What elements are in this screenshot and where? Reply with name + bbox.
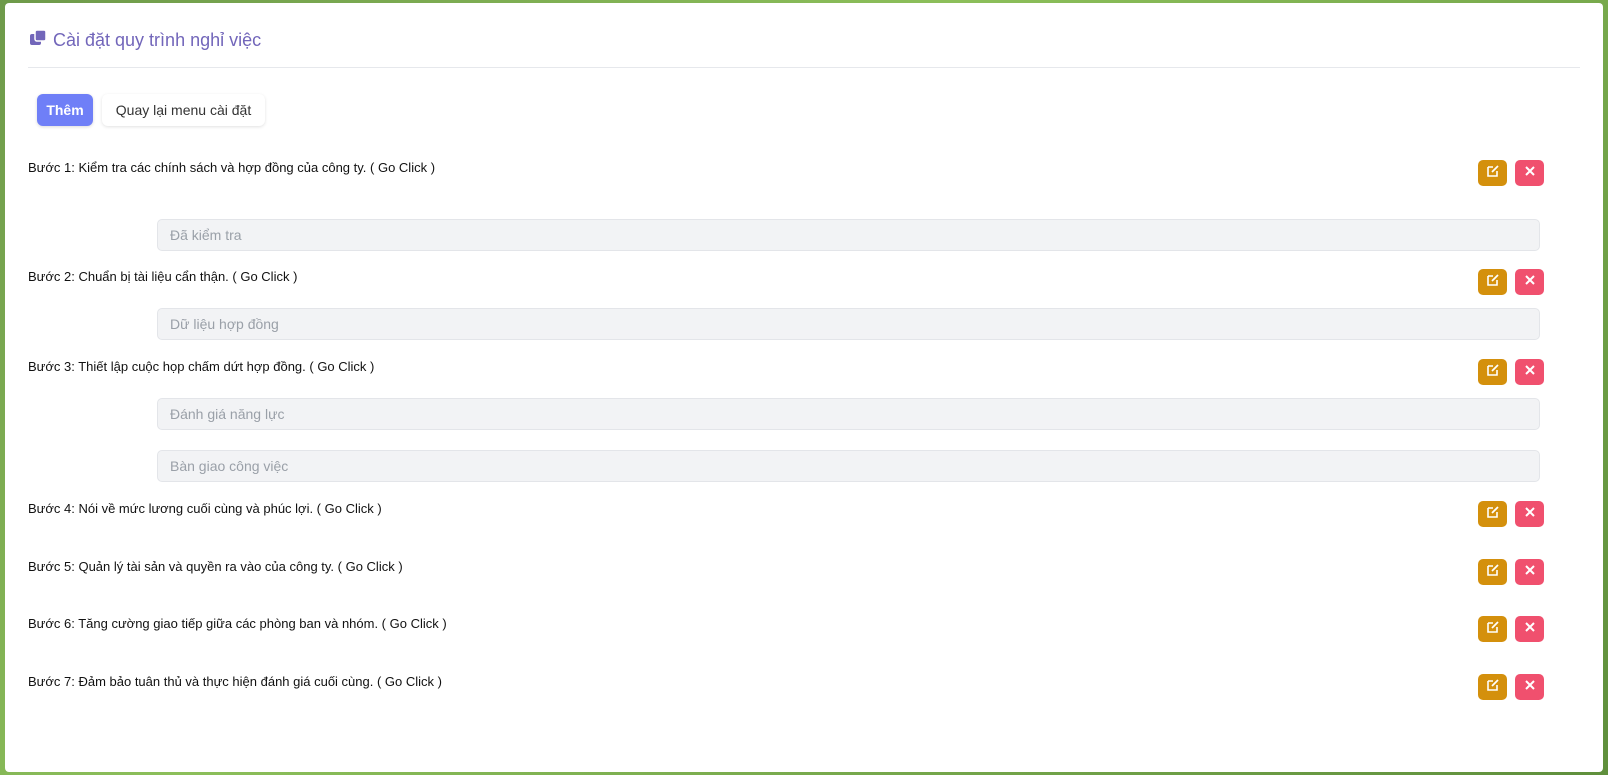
- close-icon: [1524, 363, 1536, 381]
- edit-button[interactable]: [1478, 559, 1507, 585]
- edit-button[interactable]: [1478, 501, 1507, 527]
- delete-button[interactable]: [1515, 559, 1544, 585]
- edit-button[interactable]: [1478, 160, 1507, 186]
- edit-icon: [1486, 563, 1500, 582]
- edit-button[interactable]: [1478, 269, 1507, 295]
- edit-icon: [1486, 164, 1500, 183]
- step-label[interactable]: Bước 7: Đảm bảo tuân thủ và thực hiện đá…: [28, 674, 442, 689]
- step-field[interactable]: Dữ liệu hợp đồng: [157, 308, 1540, 340]
- edit-icon: [1486, 363, 1500, 382]
- step-field[interactable]: Bàn giao công việc: [157, 450, 1540, 482]
- edit-button[interactable]: [1478, 616, 1507, 642]
- header-divider: [28, 67, 1580, 68]
- close-icon: [1524, 505, 1536, 523]
- delete-button[interactable]: [1515, 160, 1544, 186]
- delete-button[interactable]: [1515, 501, 1544, 527]
- settings-card: Cài đặt quy trình nghỉ việc Thêm Quay lạ…: [5, 3, 1603, 772]
- step-field[interactable]: Đã kiểm tra: [157, 219, 1540, 251]
- delete-button[interactable]: [1515, 616, 1544, 642]
- step-label[interactable]: Bước 1: Kiểm tra các chính sách và hợp đ…: [28, 160, 435, 175]
- delete-button[interactable]: [1515, 269, 1544, 295]
- page-header: Cài đặt quy trình nghỉ việc: [29, 25, 261, 55]
- back-to-settings-button[interactable]: Quay lại menu cài đặt: [102, 94, 265, 126]
- step-label[interactable]: Bước 5: Quản lý tài sản và quyền ra vào …: [28, 559, 403, 574]
- close-icon: [1524, 678, 1536, 696]
- page-title: Cài đặt quy trình nghỉ việc: [53, 29, 262, 50]
- step-label[interactable]: Bước 2: Chuẩn bị tài liệu cẩn thận. ( Go…: [28, 269, 297, 284]
- edit-icon: [1486, 505, 1500, 524]
- close-icon: [1524, 273, 1536, 291]
- close-icon: [1524, 563, 1536, 581]
- edit-icon: [1486, 678, 1500, 697]
- step-label[interactable]: Bước 4: Nói về mức lương cuối cùng và ph…: [28, 501, 382, 516]
- step-field[interactable]: Đánh giá năng lực: [157, 398, 1540, 430]
- close-icon: [1524, 620, 1536, 638]
- edit-icon: [1486, 273, 1500, 292]
- step-label[interactable]: Bước 6: Tăng cường giao tiếp giữa các ph…: [28, 616, 447, 631]
- edit-button[interactable]: [1478, 359, 1507, 385]
- delete-button[interactable]: [1515, 674, 1544, 700]
- copy-icon: [29, 28, 47, 52]
- edit-icon: [1486, 620, 1500, 639]
- add-button[interactable]: Thêm: [37, 94, 93, 126]
- delete-button[interactable]: [1515, 359, 1544, 385]
- edit-button[interactable]: [1478, 674, 1507, 700]
- step-label[interactable]: Bước 3: Thiết lập cuộc họp chấm dứt hợp …: [28, 359, 374, 374]
- close-icon: [1524, 164, 1536, 182]
